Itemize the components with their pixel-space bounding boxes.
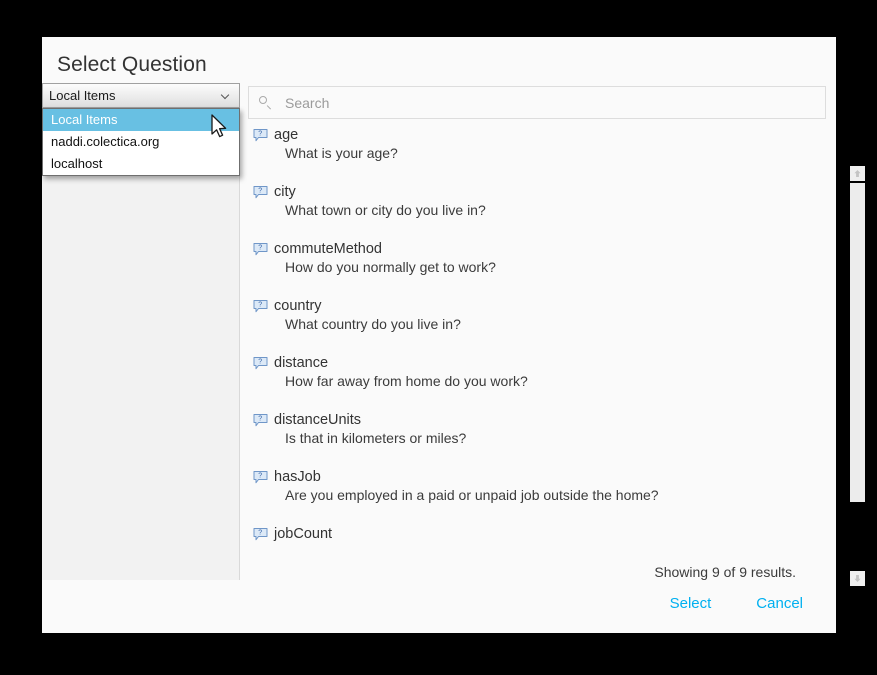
question-bubble-icon: ? bbox=[253, 299, 268, 313]
chevron-down-icon bbox=[222, 91, 231, 100]
svg-text:?: ? bbox=[258, 358, 262, 365]
results-count: Showing 9 of 9 results. bbox=[654, 564, 796, 580]
list-scrollbar[interactable] bbox=[850, 166, 865, 586]
question-text: What country do you live in? bbox=[285, 316, 461, 332]
question-text: What is your age? bbox=[285, 145, 398, 161]
list-item[interactable]: ? distanceUnits Is that in kilometers or… bbox=[248, 412, 826, 448]
question-text: How do you normally get to work? bbox=[285, 259, 496, 275]
source-panel: Local Items Local Items naddi.colectica.… bbox=[42, 83, 240, 580]
source-select-value: Local Items bbox=[49, 88, 116, 103]
screen: Select Question Local Items Local Items … bbox=[0, 0, 877, 675]
question-name: distance bbox=[274, 355, 329, 371]
svg-text:?: ? bbox=[258, 301, 262, 308]
search-box[interactable] bbox=[248, 86, 826, 119]
list-item[interactable]: ? city What town or city do you live in? bbox=[248, 184, 826, 220]
scroll-up-button[interactable] bbox=[850, 166, 865, 181]
list-item[interactable]: ? country What country do you live in? bbox=[248, 298, 826, 334]
question-bubble-icon: ? bbox=[253, 527, 268, 541]
question-bubble-icon: ? bbox=[253, 470, 268, 484]
question-name: hasJob bbox=[274, 469, 321, 485]
list-item[interactable]: ? age What is your age? bbox=[248, 127, 826, 163]
question-bubble-icon: ? bbox=[253, 356, 268, 370]
search-input[interactable] bbox=[285, 94, 815, 111]
arrow-up-icon bbox=[854, 170, 861, 177]
svg-text:?: ? bbox=[258, 187, 262, 194]
dialog-actions: Select Cancel bbox=[670, 595, 803, 612]
list-item[interactable]: ? commuteMethod How do you normally get … bbox=[248, 241, 826, 277]
question-text: How far away from home do you work? bbox=[285, 373, 528, 389]
dropdown-option-local-items[interactable]: Local Items bbox=[43, 109, 239, 131]
list-item[interactable]: ? hasJob Are you employed in a paid or u… bbox=[248, 469, 826, 505]
svg-text:?: ? bbox=[258, 529, 262, 536]
scroll-down-button[interactable] bbox=[850, 571, 865, 586]
question-name: commuteMethod bbox=[274, 241, 382, 257]
question-text: What town or city do you live in? bbox=[285, 202, 486, 218]
search-icon bbox=[259, 95, 273, 110]
question-bubble-icon: ? bbox=[253, 128, 268, 142]
question-name: jobCount bbox=[274, 526, 333, 542]
question-text: Are you employed in a paid or unpaid job… bbox=[285, 487, 659, 503]
list-item[interactable]: ? jobCount bbox=[248, 526, 826, 543]
arrow-down-icon bbox=[854, 575, 861, 582]
scroll-thumb[interactable] bbox=[850, 183, 865, 502]
dropdown-option-localhost[interactable]: localhost bbox=[43, 153, 239, 175]
question-bubble-icon: ? bbox=[253, 242, 268, 256]
source-select[interactable]: Local Items bbox=[42, 83, 240, 108]
question-list[interactable]: ? age What is your age? ? city What town bbox=[248, 127, 826, 557]
page-title: Select Question bbox=[57, 53, 207, 76]
question-browser: ? age What is your age? ? city What town bbox=[241, 83, 865, 586]
question-name: country bbox=[274, 298, 322, 314]
question-name: city bbox=[274, 184, 296, 200]
question-text: Is that in kilometers or miles? bbox=[285, 430, 467, 446]
question-name: distanceUnits bbox=[274, 412, 362, 428]
select-question-dialog: Select Question Local Items Local Items … bbox=[42, 37, 865, 633]
svg-text:?: ? bbox=[258, 244, 262, 251]
source-dropdown-menu[interactable]: Local Items naddi.colectica.org localhos… bbox=[42, 108, 240, 176]
question-name: age bbox=[274, 127, 299, 143]
question-bubble-icon: ? bbox=[253, 185, 268, 199]
cancel-button[interactable]: Cancel bbox=[756, 595, 803, 612]
dropdown-option-naddi-colectica-org[interactable]: naddi.colectica.org bbox=[43, 131, 239, 153]
svg-text:?: ? bbox=[258, 415, 262, 422]
select-button[interactable]: Select bbox=[670, 595, 712, 612]
svg-text:?: ? bbox=[258, 472, 262, 479]
question-bubble-icon: ? bbox=[253, 413, 268, 427]
list-item[interactable]: ? distance How far away from home do you… bbox=[248, 355, 826, 391]
svg-text:?: ? bbox=[258, 130, 262, 137]
